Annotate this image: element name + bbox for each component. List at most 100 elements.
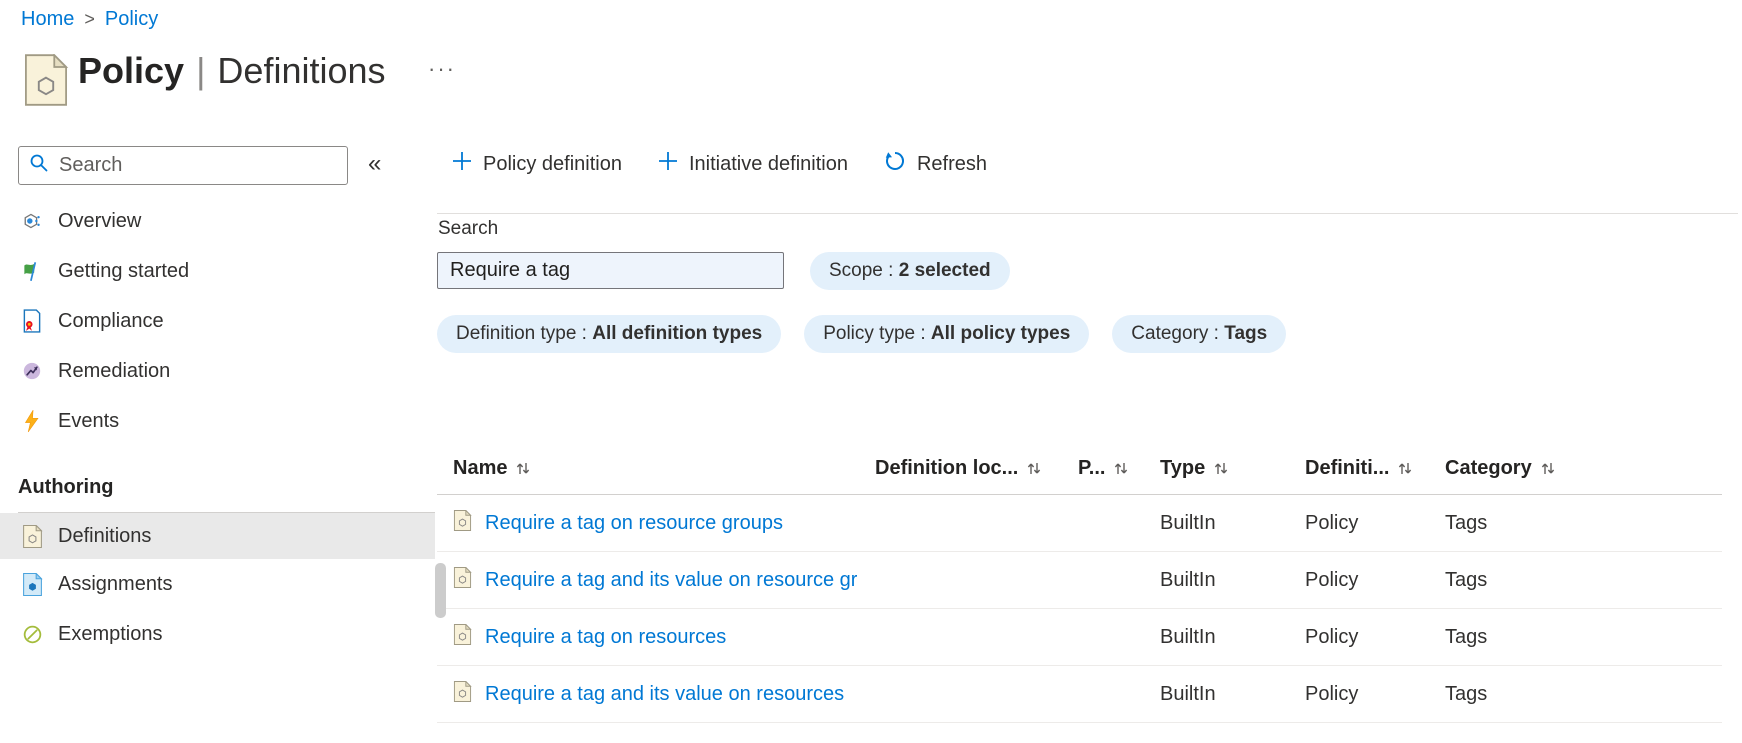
button-label: Refresh [916, 152, 987, 175]
category-cell: Tags [1445, 682, 1488, 705]
pill-label: Category [1131, 323, 1209, 344]
definitions-search-input[interactable] [437, 252, 784, 289]
sort-icon [1215, 463, 1228, 474]
pill-separator: : [1208, 323, 1225, 344]
type-cell: BuiltIn [1160, 568, 1216, 591]
column-header-definition-location[interactable]: Definition loc... [875, 457, 1078, 480]
sidebar-item-remediation[interactable]: Remediation [0, 346, 435, 396]
search-icon [29, 153, 49, 178]
search-field-label: Search [438, 218, 499, 239]
sidebar-item-overview[interactable]: Overview [0, 196, 435, 246]
getting-started-icon [20, 259, 44, 283]
collapse-sidebar-icon[interactable]: « [368, 150, 381, 178]
command-bar: Policy definition Initiative definition … [452, 142, 987, 186]
plus-icon [658, 151, 678, 177]
definitions-icon [20, 524, 44, 548]
pill-value: Tags [1224, 323, 1268, 344]
definition-type-cell: Policy [1305, 682, 1359, 705]
sidebar-search-input[interactable] [59, 154, 337, 177]
type-cell: BuiltIn [1160, 511, 1216, 534]
sidebar-item-definitions[interactable]: Definitions [0, 513, 435, 559]
refresh-icon [884, 150, 906, 178]
filter-pill-row: Definition type : All definition types P… [437, 315, 1287, 353]
page-title-secondary: Definitions [217, 50, 386, 91]
compliance-icon [20, 309, 44, 333]
more-options-icon[interactable]: ··· [428, 56, 456, 82]
definition-type-filter-pill[interactable]: Definition type : All definition types [437, 315, 782, 353]
sidebar-item-getting-started[interactable]: Getting started [0, 246, 435, 296]
sidebar-search-box[interactable] [18, 146, 348, 185]
pill-label: Scope [829, 260, 883, 281]
sort-icon [1028, 463, 1041, 474]
column-header-name[interactable]: Name [437, 457, 875, 480]
sidebar-item-label: Events [58, 409, 120, 432]
pill-value: All policy types [930, 323, 1071, 344]
definitions-table: Name Definition loc... P... Type Definit… [437, 443, 1722, 723]
refresh-button[interactable]: Refresh [884, 150, 987, 178]
column-header-p[interactable]: P... [1078, 457, 1160, 480]
command-bar-divider [437, 213, 1738, 214]
table-row: Require a tag on resources BuiltIn Polic… [437, 609, 1722, 666]
sidebar-item-label: Overview [58, 209, 142, 232]
remediation-icon [20, 359, 44, 383]
page-title-separator: | [196, 50, 206, 91]
column-label: Definition loc... [875, 457, 1019, 479]
table-body: Require a tag on resource groups BuiltIn… [437, 495, 1722, 723]
sidebar-item-label: Definitions [58, 524, 152, 547]
definition-link[interactable]: Require a tag and its value on resources [485, 683, 844, 706]
column-label: Definiti... [1305, 457, 1390, 479]
breadcrumb: Home > Policy [21, 8, 158, 31]
policy-row-icon [453, 509, 472, 537]
scrollbar-thumb[interactable] [435, 563, 446, 618]
events-icon [20, 409, 44, 433]
sidebar-menu: Overview Getting started Compliance Reme… [0, 196, 435, 659]
pill-label: Policy type [823, 323, 916, 344]
pill-label: Definition type [456, 323, 577, 344]
sidebar-item-label: Assignments [58, 572, 173, 595]
scope-filter-pill[interactable]: Scope : 2 selected [810, 252, 1010, 290]
column-label: Name [453, 457, 508, 479]
column-header-type[interactable]: Type [1160, 457, 1305, 480]
sidebar-item-label: Compliance [58, 309, 164, 332]
sidebar-section-authoring: Authoring [18, 475, 114, 498]
sort-icon [1541, 463, 1554, 474]
sidebar-item-compliance[interactable]: Compliance [0, 296, 435, 346]
sidebar-item-assignments[interactable]: Assignments [0, 559, 435, 609]
breadcrumb-policy-link[interactable]: Policy [105, 8, 158, 31]
definition-link[interactable]: Require a tag on resources [485, 626, 726, 649]
pill-separator: : [882, 260, 899, 281]
column-label: Category [1445, 457, 1532, 479]
policy-row-icon [453, 680, 472, 708]
definition-link[interactable]: Require a tag on resource groups [485, 512, 783, 535]
policy-definition-button[interactable]: Policy definition [452, 151, 622, 177]
policy-type-filter-pill[interactable]: Policy type : All policy types [804, 315, 1090, 353]
button-label: Policy definition [483, 152, 622, 175]
category-cell: Tags [1445, 511, 1488, 534]
page-title: Policy | Definitions [78, 50, 386, 92]
definition-link[interactable]: Require a tag and its value on resource … [485, 569, 857, 592]
pill-separator: : [576, 323, 593, 344]
initiative-definition-button[interactable]: Initiative definition [658, 151, 848, 177]
type-cell: BuiltIn [1160, 682, 1216, 705]
column-header-definition-type[interactable]: Definiti... [1305, 457, 1445, 480]
category-cell: Tags [1445, 625, 1488, 648]
overview-icon [20, 209, 44, 233]
assignments-icon [20, 572, 44, 596]
page-title-primary: Policy [78, 50, 185, 91]
exemptions-icon [20, 622, 44, 646]
definition-type-cell: Policy [1305, 511, 1359, 534]
plus-icon [452, 151, 472, 177]
category-cell: Tags [1445, 568, 1488, 591]
category-filter-pill[interactable]: Category : Tags [1112, 315, 1287, 353]
sidebar: « Overview G [0, 138, 435, 743]
pill-separator: : [915, 323, 931, 344]
sidebar-item-events[interactable]: Events [0, 396, 435, 446]
sort-icon [517, 463, 530, 474]
column-header-category[interactable]: Category [1445, 457, 1722, 480]
sidebar-item-label: Getting started [58, 259, 190, 282]
sidebar-item-exemptions[interactable]: Exemptions [0, 609, 435, 659]
definition-type-cell: Policy [1305, 568, 1359, 591]
table-row: Require a tag and its value on resources… [437, 666, 1722, 723]
breadcrumb-home-link[interactable]: Home [21, 8, 74, 31]
policy-row-icon [453, 623, 472, 651]
